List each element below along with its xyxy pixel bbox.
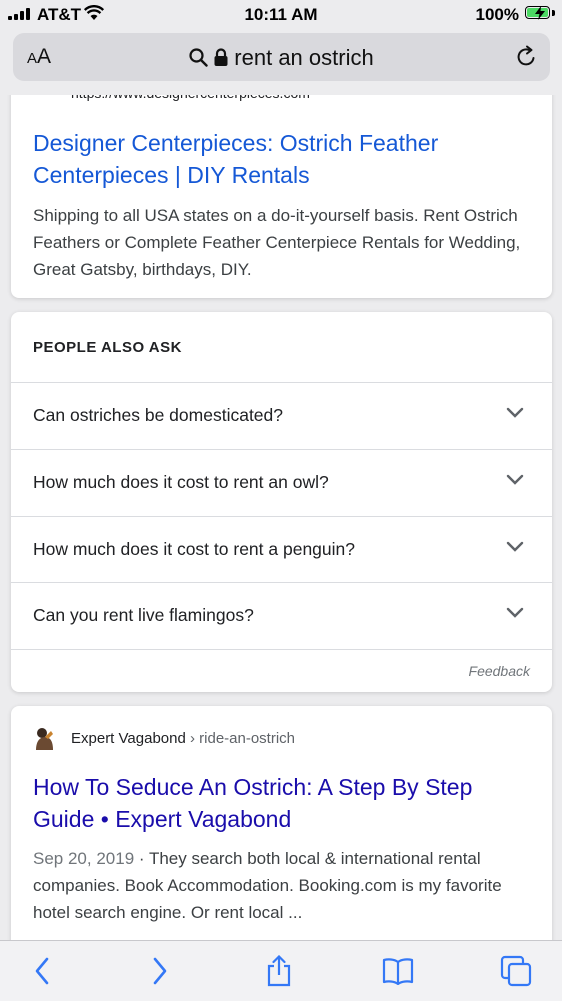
url-field[interactable]: rent an ostrich — [13, 45, 550, 71]
back-button[interactable] — [26, 955, 58, 987]
site-name: Expert Vagabond — [71, 730, 186, 747]
chevron-down-icon — [506, 607, 524, 618]
share-button[interactable] — [263, 955, 295, 987]
battery-percent: 100% — [475, 5, 519, 24]
chevron-down-icon — [506, 474, 524, 485]
chevron-down-icon — [506, 407, 524, 418]
charging-icon — [535, 6, 545, 20]
browser-toolbar — [0, 940, 562, 1001]
paa-question-text: How much does it cost to rent an owl? — [33, 472, 329, 492]
chevron-down-icon — [506, 541, 524, 552]
forward-button[interactable] — [144, 955, 176, 987]
bookmarks-icon — [382, 958, 414, 985]
tabs-icon — [500, 955, 532, 987]
bookmarks-button[interactable] — [382, 955, 414, 987]
paa-question[interactable]: How much does it cost to rent an owl? — [11, 449, 552, 516]
result-snippet: Shipping to all USA states on a do-it-yo… — [33, 206, 521, 279]
paa-question[interactable]: Can ostriches be domesticated? — [11, 382, 552, 449]
address-bar[interactable]: AA rent an ostrich — [13, 33, 550, 81]
result-source: Expert Vagabond › ride-an-ostrich — [71, 730, 295, 747]
browser-top-bar: AT&T 10:11 AM 100% AA rent an ostrich — [0, 0, 562, 95]
back-icon — [35, 957, 49, 985]
tabs-button[interactable] — [500, 955, 532, 987]
result-title-link[interactable]: How To Seduce An Ostrich: A Step By Step… — [33, 771, 533, 835]
result-title-link[interactable]: Designer Centerpieces: Ostrich Feather C… — [33, 127, 533, 191]
site-favicon-icon — [36, 728, 53, 750]
feedback-link[interactable]: Feedback — [469, 663, 530, 679]
result-card-designer-centerpieces: https://www.designercenterpieces.com Des… — [11, 60, 552, 298]
paa-question[interactable]: How much does it cost to rent a penguin? — [11, 516, 552, 583]
battery-cap — [552, 10, 555, 16]
paa-question-text: Can you rent live flamingos? — [33, 605, 254, 625]
breadcrumb: › ride-an-ostrich — [189, 730, 296, 747]
paa-question-text: Can ostriches be domesticated? — [33, 405, 283, 425]
reload-icon[interactable] — [514, 45, 538, 69]
share-icon — [267, 955, 291, 987]
people-also-ask-heading: PEOPLE ALSO ASK — [33, 339, 182, 356]
lock-icon — [214, 48, 228, 66]
paa-question-text: How much does it cost to rent a penguin? — [33, 539, 355, 559]
paa-question[interactable]: Can you rent live flamingos? — [11, 582, 552, 649]
search-results: https://www.designercenterpieces.com Des… — [0, 0, 562, 1000]
search-query: rent an ostrich — [234, 45, 374, 70]
forward-icon — [153, 957, 167, 985]
result-date: Sep 20, 2019 — [33, 849, 135, 868]
status-bar: AT&T 10:11 AM 100% — [0, 0, 562, 30]
feedback-row: Feedback — [11, 649, 552, 692]
result-snippet: Sep 20, 2019 · They search both local & … — [33, 845, 533, 926]
search-icon — [189, 48, 208, 67]
result-card-expert-vagabond: Expert Vagabond › ride-an-ostrich How To… — [11, 706, 552, 966]
people-also-ask-card: PEOPLE ALSO ASK Can ostriches be domesti… — [11, 312, 552, 692]
